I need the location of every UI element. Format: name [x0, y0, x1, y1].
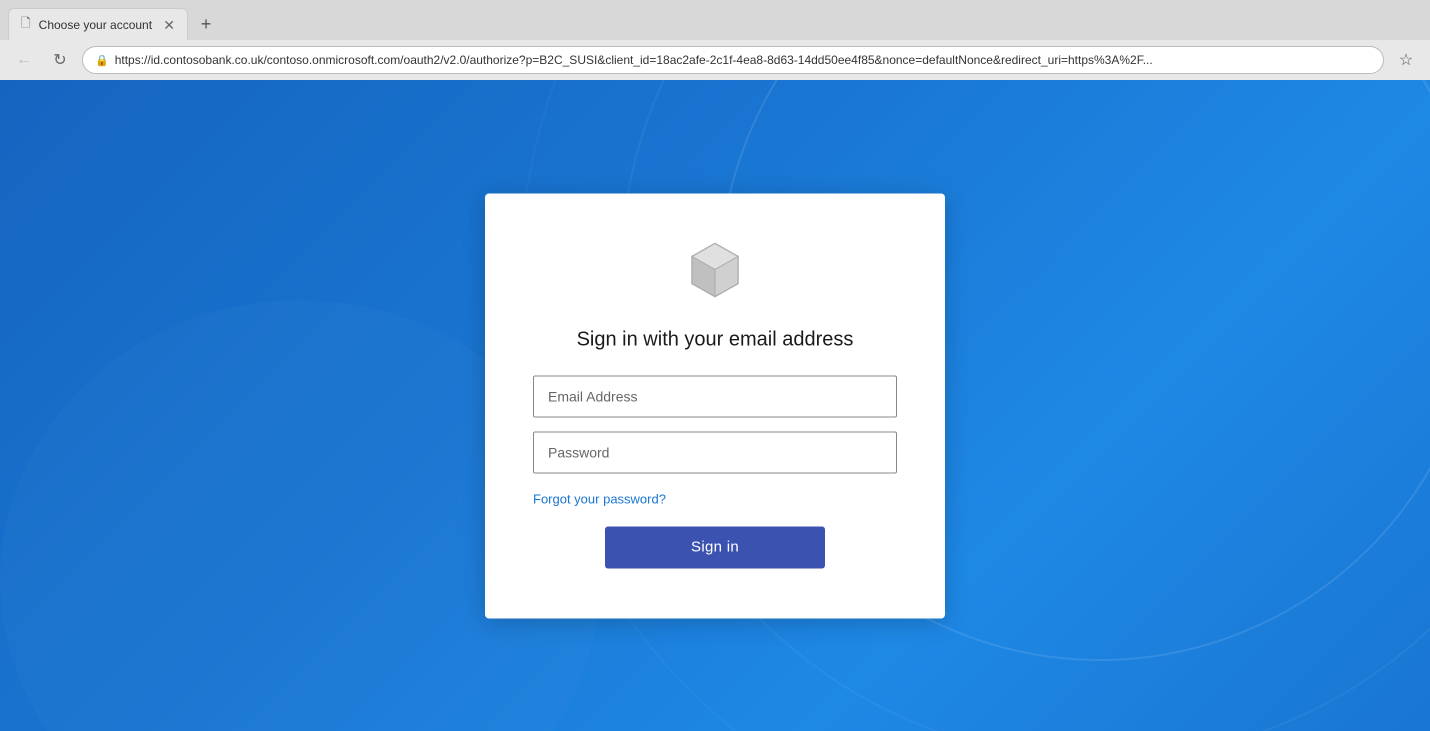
address-bar[interactable]: 🔒 https://id.contosobank.co.uk/contoso.o…: [82, 46, 1384, 74]
back-button[interactable]: ←: [10, 46, 38, 74]
tab-bar: 🗋 Choose your account ✕ +: [0, 0, 1430, 40]
card-logo: [680, 233, 750, 308]
star-icon: ☆: [1399, 50, 1413, 70]
lock-icon: 🔒: [95, 54, 109, 67]
active-tab[interactable]: 🗋 Choose your account ✕: [8, 8, 188, 40]
address-bar-row: ← ↻ 🔒 https://id.contosobank.co.uk/conto…: [0, 40, 1430, 80]
cube-icon: [680, 233, 750, 303]
refresh-button[interactable]: ↻: [46, 46, 74, 74]
page-background: Sign in with your email address Forgot y…: [0, 80, 1430, 731]
address-text: https://id.contosobank.co.uk/contoso.onm…: [115, 53, 1371, 67]
email-input[interactable]: [533, 375, 897, 417]
email-form-group: [533, 375, 897, 417]
refresh-icon: ↻: [53, 50, 66, 70]
tab-label: Choose your account: [39, 18, 152, 32]
password-input[interactable]: [533, 431, 897, 473]
password-form-group: [533, 431, 897, 473]
tab-page-icon: 🗋: [21, 14, 31, 35]
new-tab-button[interactable]: +: [192, 10, 220, 38]
signin-card: Sign in with your email address Forgot y…: [485, 193, 945, 618]
forgot-password-link[interactable]: Forgot your password?: [533, 491, 666, 506]
browser-chrome: 🗋 Choose your account ✕ + ← ↻ 🔒 https://…: [0, 0, 1430, 80]
sign-in-button[interactable]: Sign in: [605, 526, 825, 568]
back-icon: ←: [16, 51, 32, 69]
tab-close-button[interactable]: ✕: [163, 18, 175, 32]
bookmark-button[interactable]: ☆: [1392, 46, 1420, 74]
card-title: Sign in with your email address: [577, 328, 854, 351]
